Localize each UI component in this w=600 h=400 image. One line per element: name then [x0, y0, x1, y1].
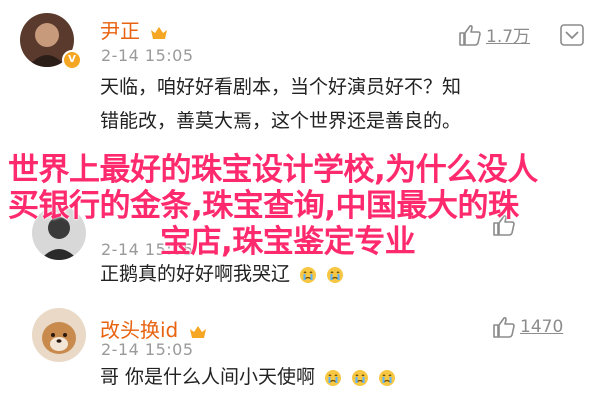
- crying-emoji-icon: [327, 266, 344, 283]
- crying-emoji-icon: [300, 266, 317, 283]
- like-button[interactable]: 1470: [492, 316, 563, 338]
- comment-text: 正鹅真的好好啊我哭辽: [100, 257, 344, 291]
- thumbs-up-icon: [493, 316, 515, 338]
- crying-emoji-icon: [352, 369, 369, 386]
- comment-3: 改头换id 2-14 15:05 1470 哥 你是什么人间小天使啊: [0, 300, 600, 400]
- comment-time: 2-14 15:05: [101, 340, 194, 359]
- comment-time: 2-14 15:05: [101, 46, 194, 65]
- more-icon[interactable]: [560, 24, 584, 46]
- overlay-headline: 世界上最好的珠宝设计学校,为什么没人 买银行的金条,珠宝查询,中国最大的珠 宝店…: [8, 152, 596, 260]
- comment-1: V 尹正 2-14 15:05 1.7万 天临，咱好好看剧本，当个好演员好不？知…: [0, 0, 600, 140]
- avatar[interactable]: [32, 308, 86, 362]
- member-icon: [189, 325, 206, 338]
- crying-emoji-icon: [379, 369, 396, 386]
- overlay-line-1: 世界上最好的珠宝设计学校,为什么没人: [8, 152, 538, 188]
- comment-text: 天临，咱好好看剧本，当个好演员好不？知 错能改，善莫大焉，这个世界还是善良的。: [100, 76, 462, 132]
- username[interactable]: 改头换id: [100, 314, 207, 343]
- overlay-line-3: 宝店,珠宝鉴定专业: [160, 224, 416, 260]
- like-count: 1.7万: [486, 27, 531, 47]
- overlay-line-2: 买银行的金条,珠宝查询,中国最大的珠: [8, 188, 519, 224]
- thumbs-up-icon: [459, 24, 481, 46]
- username[interactable]: 尹正: [100, 15, 168, 44]
- member-icon: [151, 26, 168, 39]
- comment-text: 哥 你是什么人间小天使啊: [100, 360, 396, 394]
- verified-badge-icon: V: [62, 50, 82, 70]
- like-button[interactable]: 1.7万: [458, 22, 530, 47]
- like-count: 1470: [520, 317, 564, 337]
- crying-emoji-icon: [325, 369, 342, 386]
